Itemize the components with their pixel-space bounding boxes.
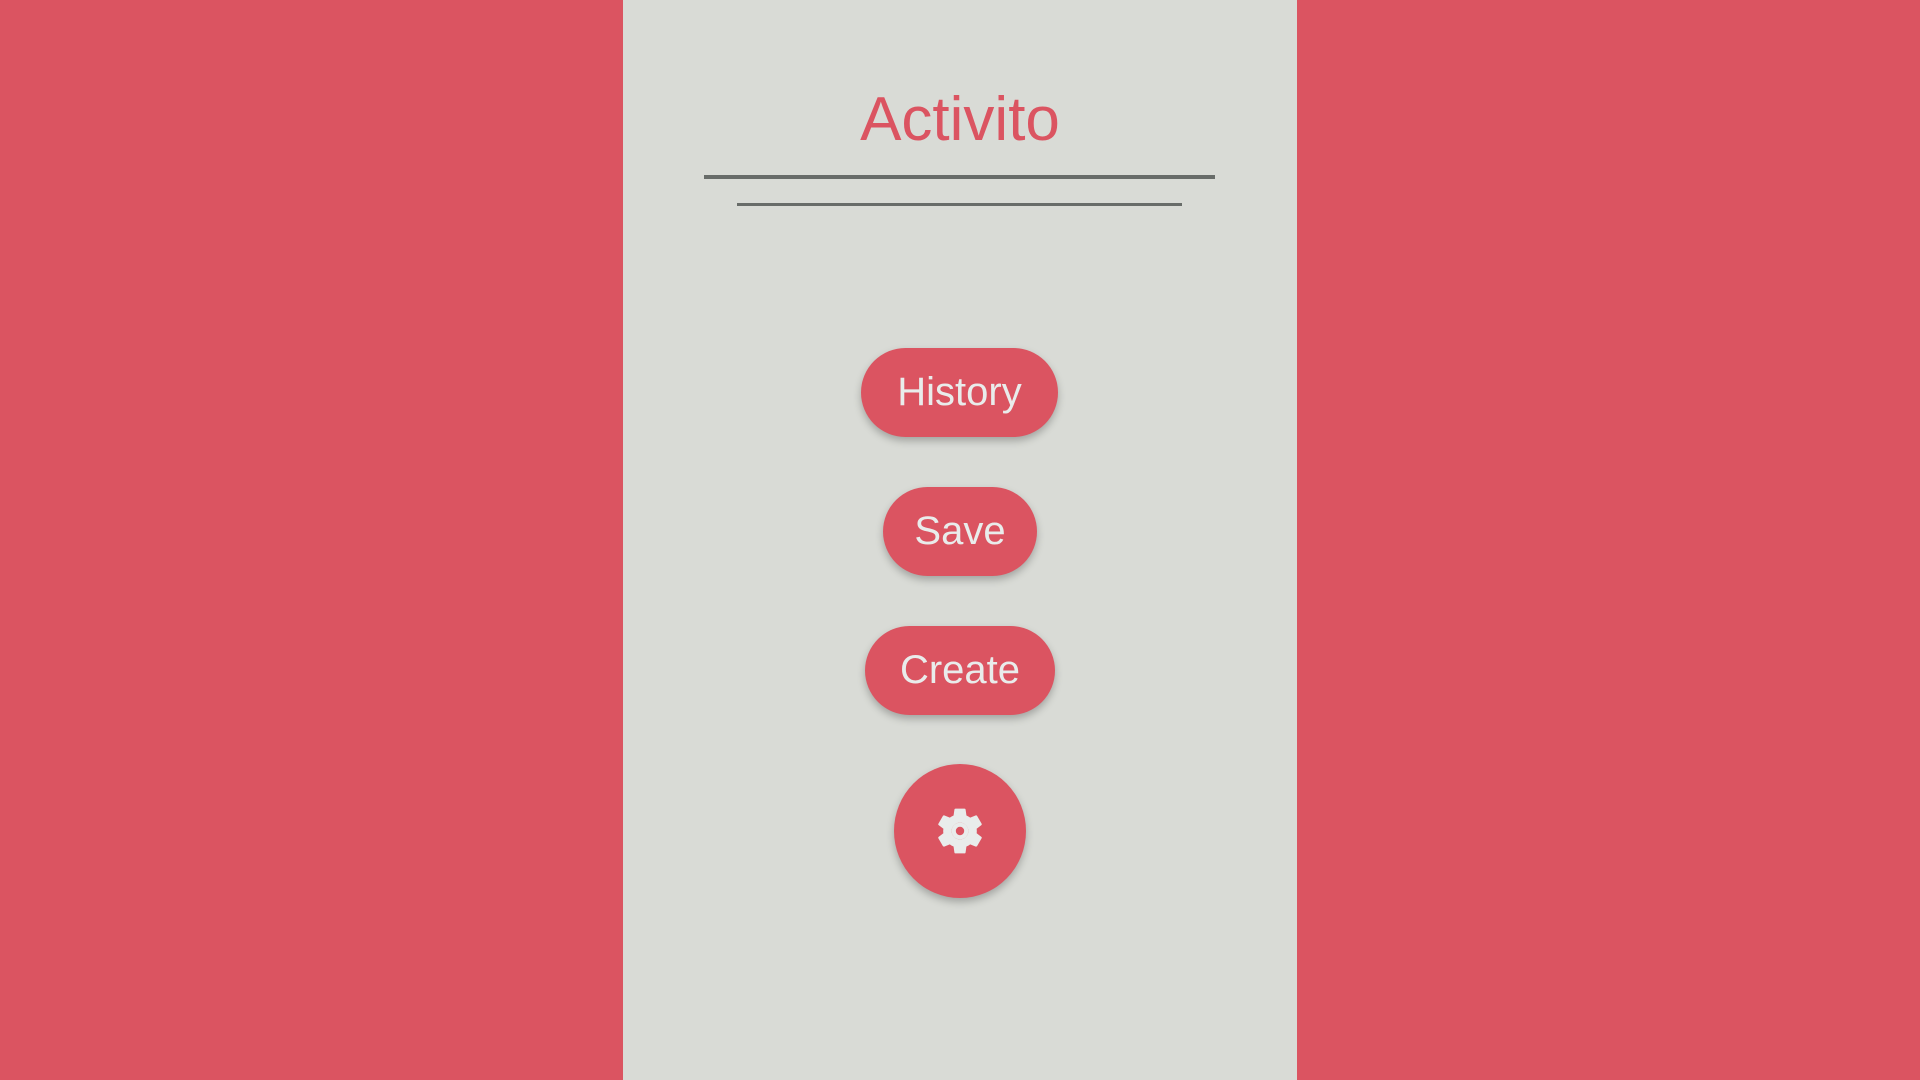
title-divider-bottom	[737, 203, 1182, 206]
title-divider-top	[704, 175, 1215, 179]
history-button[interactable]: History	[861, 348, 1058, 437]
app-title: Activito	[860, 85, 1060, 154]
gear-icon	[938, 808, 982, 854]
main-panel: Activito History Save Create	[623, 0, 1297, 1080]
create-button[interactable]: Create	[865, 626, 1055, 715]
save-button[interactable]: Save	[883, 487, 1037, 576]
settings-button[interactable]	[894, 764, 1026, 898]
